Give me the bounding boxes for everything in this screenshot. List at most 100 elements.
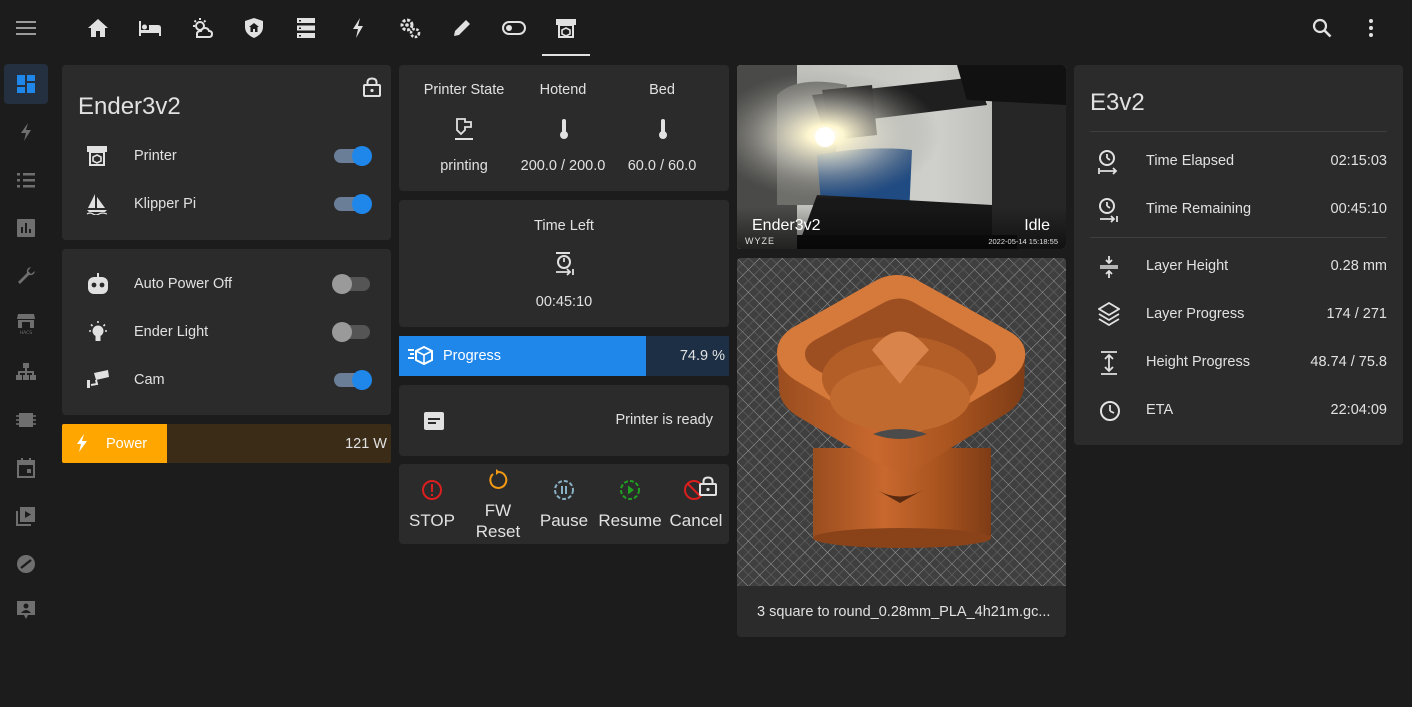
time-left-card: Time Left 00:45:10 [399, 200, 729, 327]
stop-button[interactable]: STOP [399, 464, 465, 544]
search-button[interactable] [1298, 0, 1346, 56]
tab-security[interactable] [230, 0, 278, 56]
fw-reset-label: FW Reset [475, 501, 521, 541]
time-left-header: Time Left [534, 218, 594, 234]
auto-power-off-toggle[interactable] [332, 274, 370, 294]
printer-3d-icon [556, 19, 576, 38]
sidebar-item-calendar[interactable] [4, 448, 48, 488]
tab-bedroom[interactable] [126, 0, 174, 56]
divider [1090, 131, 1387, 132]
sidebar-item-overview[interactable] [4, 64, 48, 104]
more-options-button[interactable] [1347, 0, 1395, 56]
cam-toggle[interactable] [334, 370, 372, 390]
tab-settings[interactable] [386, 0, 434, 56]
printer-icon [86, 145, 108, 167]
dots-vertical-icon [1369, 19, 1373, 37]
model-preview-card: 3 square to round_0.28mm_PLA_4h21m.gc... [737, 258, 1066, 637]
tab-switches[interactable] [490, 0, 538, 56]
robot-icon [86, 273, 110, 295]
server-icon [297, 18, 315, 38]
sidebar-item-network[interactable] [4, 352, 48, 392]
ender-light-toggle[interactable] [332, 322, 370, 342]
pause-label: Pause [539, 511, 589, 530]
resume-button[interactable]: Resume [597, 464, 663, 544]
model-preview [737, 258, 1066, 586]
hotend-value: 200.0 / 200.0 [520, 158, 606, 174]
sidebar-item-zwave[interactable] [4, 544, 48, 584]
bed-value: 60.0 / 60.0 [627, 158, 697, 174]
cam-label: Cam [134, 372, 165, 388]
camera-name: Ender3v2 [752, 217, 821, 234]
sidebar-item-account[interactable] [4, 590, 48, 630]
printer-label: Printer [134, 148, 177, 164]
bed-header: Bed [649, 82, 675, 98]
timer-end-icon [1098, 197, 1120, 223]
tab-servers[interactable] [282, 0, 330, 56]
thermometer-icon [558, 118, 570, 140]
energy-icon [21, 123, 31, 141]
sidebar-item-logbook[interactable] [4, 160, 48, 200]
tab-weather[interactable] [178, 0, 226, 56]
eta-label: ETA [1146, 402, 1174, 418]
tab-editor[interactable] [438, 0, 486, 56]
menu-button[interactable] [2, 0, 50, 56]
printer-status-card: Printer State printing Hotend 200.0 / 20… [399, 65, 729, 191]
sailboat-icon [86, 193, 108, 215]
sidebar-item-energy[interactable] [4, 112, 48, 152]
divider [1090, 237, 1387, 238]
auto-power-off-label: Auto Power Off [134, 276, 233, 292]
pen-icon [454, 20, 470, 36]
card-title: E3v2 [1090, 89, 1145, 116]
fw-reset-button[interactable]: FW Reset [465, 464, 531, 544]
printer-toggle[interactable] [334, 146, 372, 166]
time-elapsed-value: 02:15:03 [1330, 153, 1387, 169]
time-remaining-label: Time Remaining [1146, 201, 1252, 217]
filename: 3 square to round_0.28mm_PLA_4h21m.gc... [757, 604, 1051, 620]
layer-height-icon [1098, 255, 1120, 279]
printer-state-header: Printer State [423, 82, 505, 98]
camera-watermark: WYZE [745, 236, 775, 246]
layer-progress-label: Layer Progress [1146, 306, 1245, 322]
eta-value: 22:04:09 [1330, 402, 1387, 418]
model-render [737, 258, 1066, 586]
list-icon [17, 173, 35, 188]
klipper-pi-toggle[interactable] [334, 194, 372, 214]
power-value: 121 W [345, 436, 387, 452]
cctv-icon [86, 369, 110, 389]
layer-height-value: 0.28 mm [1330, 258, 1387, 274]
cancel-button[interactable]: Cancel [663, 464, 729, 544]
svg-text:HACS: HACS [20, 330, 33, 335]
klipper-pi-label: Klipper Pi [134, 196, 197, 212]
power-bar: Power 121 W [62, 424, 391, 463]
sidebar: HACS [0, 56, 56, 707]
tab-3d-printer[interactable] [542, 0, 590, 56]
lightning-icon [353, 18, 363, 38]
cogs-icon [400, 18, 421, 39]
weather-icon [193, 18, 214, 38]
print-stats-card: E3v2 Time Elapsed 02:15:03 Time Remainin… [1074, 65, 1403, 445]
power-label: Power [106, 436, 148, 452]
tab-energy[interactable] [334, 0, 382, 56]
sidebar-item-media[interactable] [4, 496, 48, 536]
card-title: Ender3v2 [78, 93, 181, 120]
printer-nozzle-icon [453, 117, 475, 141]
sidebar-item-hardware[interactable] [4, 400, 48, 440]
pause-button[interactable]: Pause [531, 464, 597, 544]
calendar-icon [17, 458, 35, 478]
camera-feed[interactable]: Ender3v2 Idle WYZE 2022-05-14 15:18:55 [737, 65, 1066, 249]
height-progress-label: Height Progress [1146, 354, 1250, 370]
ender-light-label: Ender Light [134, 324, 209, 340]
message-icon [423, 411, 445, 431]
layer-height-label: Layer Height [1146, 258, 1229, 274]
stop-label: STOP [409, 511, 455, 530]
tab-home[interactable] [74, 0, 122, 56]
camera-timestamp: 2022-05-14 15:18:55 [988, 237, 1058, 246]
lock-icon [363, 77, 381, 97]
sidebar-item-tools[interactable] [4, 256, 48, 296]
sidebar-item-history[interactable] [4, 208, 48, 248]
sidebar-item-hacs[interactable]: HACS [4, 304, 48, 344]
layer-progress-value: 174 / 271 [1326, 306, 1387, 322]
resume-label: Resume [598, 511, 662, 530]
search-icon [1312, 18, 1332, 38]
lock-button[interactable] [362, 77, 382, 97]
